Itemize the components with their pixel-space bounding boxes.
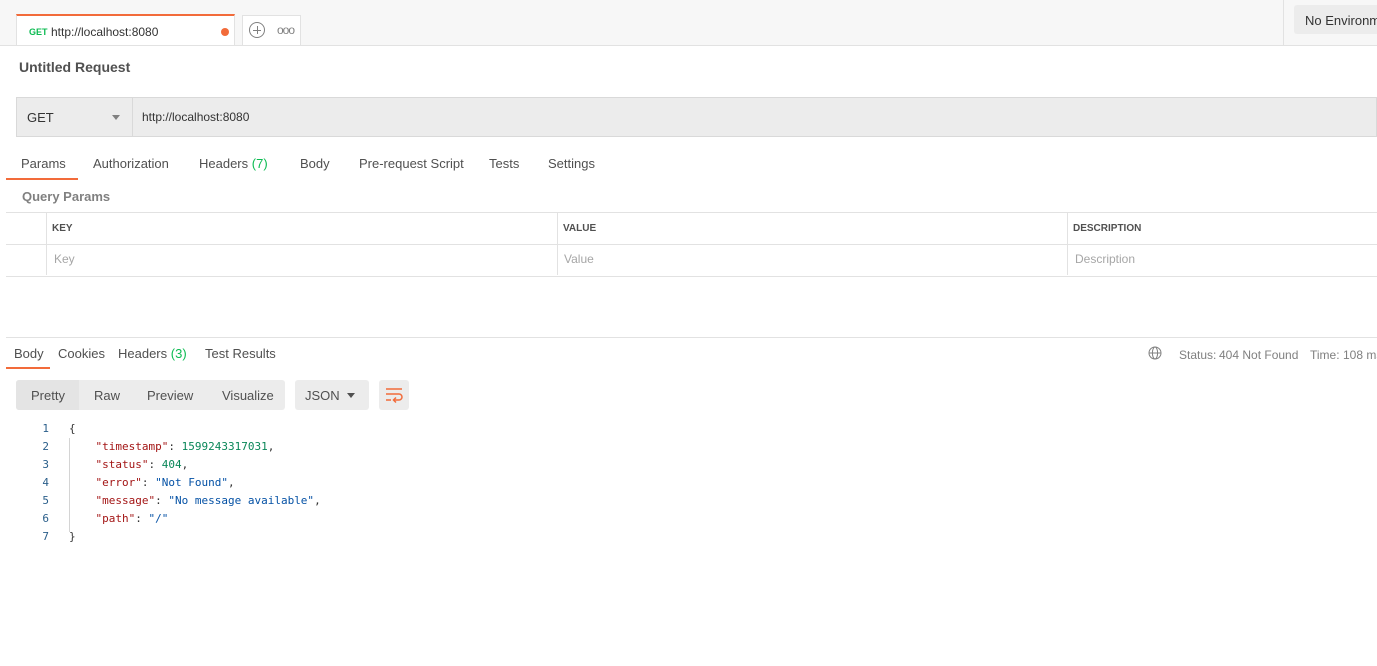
- json-value: "Not Found": [155, 476, 228, 489]
- json-value: "No message available": [168, 494, 315, 507]
- environment-select[interactable]: No Environm: [1294, 5, 1377, 34]
- json-punct: ,: [314, 494, 321, 507]
- code-text: "path": "/": [95, 512, 169, 525]
- json-punct: ,: [267, 440, 275, 453]
- column-header-description: DESCRIPTION: [1073, 223, 1142, 234]
- code-line: 6 "path": "/": [6, 510, 706, 528]
- active-response-tab-indicator: [6, 367, 50, 369]
- response-tab-body[interactable]: Body: [14, 346, 44, 361]
- line-number: 1: [42, 422, 49, 435]
- active-tab-indicator: [6, 178, 78, 180]
- code-text: "status": 404,: [95, 458, 189, 471]
- response-tab-headers-label: Headers: [118, 346, 168, 361]
- code-line: 7 }: [6, 528, 706, 546]
- code-text: "error": "Not Found",: [95, 476, 235, 489]
- code-line: 3 "status": 404,: [6, 456, 706, 474]
- value-input[interactable]: Value: [564, 252, 594, 266]
- request-tab-url: http://localhost:8080: [51, 25, 159, 39]
- wrap-lines-button[interactable]: [379, 380, 409, 410]
- unsaved-dot-icon: [221, 28, 229, 36]
- globe-icon[interactable]: [1148, 346, 1162, 360]
- line-number: 6: [42, 512, 49, 525]
- format-tab-visualize[interactable]: Visualize: [222, 388, 274, 403]
- more-tabs-button[interactable]: ooo: [277, 23, 295, 37]
- format-tab-pretty[interactable]: Pretty: [31, 388, 65, 403]
- code-line: 4 "error": "Not Found",: [6, 474, 706, 492]
- code-line: 5 "message": "No message available",: [6, 492, 706, 510]
- json-value: 1599243317031: [181, 440, 268, 453]
- environment-area: No Environm: [1283, 0, 1377, 45]
- method-select[interactable]: GET: [17, 98, 133, 136]
- description-input[interactable]: Description: [1075, 252, 1135, 266]
- time-value: 108 ms: [1343, 348, 1377, 362]
- tab-settings[interactable]: Settings: [548, 156, 595, 171]
- json-key: "status": [95, 458, 149, 471]
- tab-params[interactable]: Params: [21, 156, 66, 171]
- request-title[interactable]: Untitled Request: [19, 59, 130, 75]
- status-value: 404 Not Found: [1219, 348, 1299, 362]
- key-input[interactable]: Key: [54, 252, 75, 266]
- tab-tests[interactable]: Tests: [489, 156, 519, 171]
- request-tab[interactable]: GET http://localhost:8080: [16, 14, 235, 45]
- request-tab-method: GET: [29, 27, 48, 37]
- line-number: 5: [42, 494, 49, 507]
- response-tab-headers[interactable]: Headers (3): [118, 346, 187, 361]
- column-header-value: VALUE: [563, 223, 597, 234]
- json-key: "error": [95, 476, 142, 489]
- line-number: 2: [42, 440, 49, 453]
- query-params-title: Query Params: [22, 189, 111, 204]
- json-key: "path": [95, 512, 136, 525]
- json-punct: ,: [227, 476, 235, 489]
- response-tab-test-results[interactable]: Test Results: [205, 346, 276, 361]
- method-select-label: GET: [27, 110, 54, 125]
- tab-pre-request-script[interactable]: Pre-request Script: [359, 156, 464, 171]
- line-number: 7: [42, 530, 49, 543]
- plus-circle-icon[interactable]: [249, 22, 265, 38]
- wrap-lines-icon: [386, 388, 403, 404]
- response-tab-cookies[interactable]: Cookies: [58, 346, 105, 361]
- code-text: }: [69, 530, 76, 543]
- line-number: 3: [42, 458, 49, 471]
- time-label: Time:: [1310, 348, 1340, 362]
- url-bar: GET http://localhost:8080: [16, 97, 1377, 137]
- column-header-key: KEY: [52, 223, 73, 234]
- response-divider: [6, 337, 1377, 338]
- json-value: "/": [148, 512, 169, 525]
- column-divider: [557, 213, 558, 275]
- params-table: KEY VALUE DESCRIPTION Key Value Descript…: [6, 212, 1377, 277]
- table-divider: [6, 244, 1377, 245]
- column-divider: [46, 213, 47, 275]
- chevron-down-icon: [112, 115, 120, 120]
- tab-actions: ooo: [242, 15, 301, 45]
- code-line: 2 "timestamp": 1599243317031,: [6, 438, 706, 456]
- code-text: "message": "No message available",: [95, 494, 321, 507]
- format-tab-raw[interactable]: Raw: [94, 388, 120, 403]
- url-input[interactable]: http://localhost:8080: [142, 110, 249, 124]
- tab-headers-label: Headers: [199, 156, 249, 171]
- column-divider: [1067, 213, 1068, 275]
- json-punct: ,: [181, 458, 189, 471]
- tab-headers-count: (7): [251, 156, 268, 171]
- json-key: "message": [95, 494, 156, 507]
- language-select[interactable]: JSON: [295, 380, 369, 410]
- line-number: 4: [42, 476, 49, 489]
- environment-select-label: No Environm: [1305, 13, 1377, 28]
- tab-authorization[interactable]: Authorization: [93, 156, 169, 171]
- tab-headers[interactable]: Headers (7): [199, 156, 268, 171]
- code-text: {: [69, 422, 76, 435]
- json-key: "timestamp": [95, 440, 169, 453]
- format-tabs: Pretty Raw Preview Visualize: [16, 380, 285, 410]
- response-tab-headers-count: (3): [170, 346, 187, 361]
- format-tab-preview[interactable]: Preview: [147, 388, 193, 403]
- tab-body[interactable]: Body: [300, 156, 330, 171]
- language-select-label: JSON: [305, 388, 340, 403]
- code-text: "timestamp": 1599243317031,: [95, 440, 275, 453]
- status-label: Status:: [1179, 348, 1217, 362]
- code-line: 1 {: [6, 420, 706, 438]
- json-value: 404: [161, 458, 182, 471]
- chevron-down-icon: [347, 393, 355, 398]
